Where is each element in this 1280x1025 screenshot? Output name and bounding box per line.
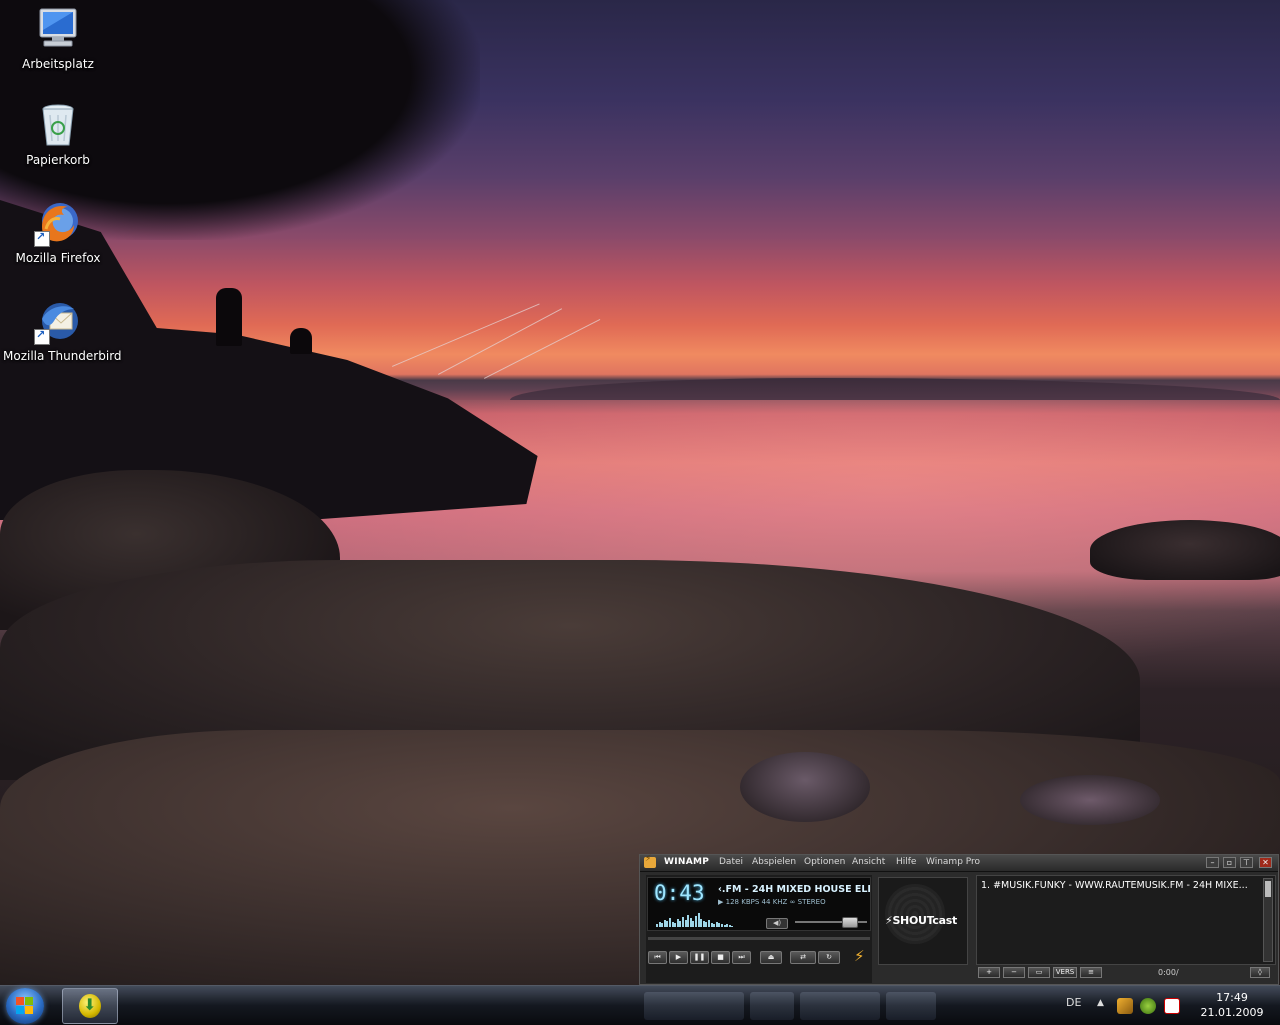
rock xyxy=(1090,520,1280,580)
recycle-bin-icon xyxy=(34,101,82,149)
repeat-button[interactable]: ↻ xyxy=(818,951,840,964)
firefox-icon xyxy=(34,199,82,247)
elapsed-time[interactable]: 0:43 xyxy=(654,881,705,905)
desktop-icon-papierkorb[interactable]: Papierkorb xyxy=(3,101,113,167)
menu-hilfe[interactable]: Hilfe xyxy=(896,857,916,867)
desktop-wallpaper xyxy=(0,0,1280,985)
volume-knob[interactable] xyxy=(842,917,858,928)
playlist-toolbar: + − ▭ VERS ≡ 0:00/ ◊ xyxy=(976,967,1276,981)
menu-optionen[interactable]: Optionen xyxy=(804,857,845,867)
tide-pool xyxy=(1020,775,1160,825)
playlist-menu-button[interactable]: ◊ xyxy=(1250,967,1270,978)
system-clock[interactable]: 17:49 21.01.2009 xyxy=(1192,990,1272,1020)
fishing-rod xyxy=(392,303,540,367)
horizon-hills xyxy=(510,378,1280,400)
volume-slider[interactable] xyxy=(795,917,867,928)
clock-time: 17:49 xyxy=(1216,991,1248,1004)
restore-button[interactable]: ▫ xyxy=(1223,857,1236,868)
pause-button[interactable]: ❚❚ xyxy=(690,951,709,964)
language-indicator[interactable]: DE xyxy=(1066,996,1081,1009)
thunderbird-icon xyxy=(34,297,82,345)
winamp-window[interactable]: WINAMP Datei Abspielen Optionen Ansicht … xyxy=(639,854,1279,985)
tide-pool xyxy=(740,752,870,822)
stream-info: ▶ 128 KBPS 44 KHZ ∞ STEREO xyxy=(718,898,826,906)
winamp-bolt-icon[interactable]: ⚡ xyxy=(854,947,865,965)
bitrate-value: 128 xyxy=(725,898,739,906)
taskbar-preview xyxy=(640,988,940,1024)
seek-bar[interactable] xyxy=(648,937,870,940)
shuffle-button[interactable]: ⇄ xyxy=(790,951,816,964)
shortcut-arrow-icon xyxy=(34,328,50,345)
misc-button[interactable]: VERS xyxy=(1053,967,1077,978)
bitrate-label: KBPS xyxy=(741,898,760,906)
desktop-icon-firefox[interactable]: Mozilla Firefox xyxy=(3,199,113,265)
winamp-player: 0:43 ‹.FM - 24H MIXED HOUSE ELEC ▶ 128 K… xyxy=(646,875,872,983)
winamp-titlebar[interactable]: WINAMP Datei Abspielen Optionen Ansicht … xyxy=(640,854,1278,872)
fishing-rod xyxy=(438,308,563,375)
winamp-tray-icon[interactable] xyxy=(1117,998,1133,1014)
desktop-icon-label: Arbeitsplatz xyxy=(22,57,94,71)
menu-ansicht[interactable]: Ansicht xyxy=(852,857,885,867)
volume-icon[interactable]: ◀) xyxy=(766,918,788,929)
taskbar: DE ▲ 17:49 21.01.2009 xyxy=(0,985,1280,1025)
start-button[interactable] xyxy=(6,988,44,1024)
previous-button[interactable]: ⏮ xyxy=(648,951,667,964)
windows-logo-icon xyxy=(16,997,34,1015)
shield-tray-icon[interactable] xyxy=(1140,998,1156,1014)
minimize-button[interactable]: – xyxy=(1206,857,1219,868)
channel-mode: STEREO xyxy=(797,898,826,906)
eject-button[interactable]: ⏏ xyxy=(760,951,782,964)
spectrum-bar xyxy=(731,926,734,927)
samplerate-label: KHZ xyxy=(772,898,788,906)
song-title-marquee[interactable]: ‹.FM - 24H MIXED HOUSE ELEC xyxy=(718,884,870,895)
shortcut-arrow-icon xyxy=(34,230,50,247)
winamp-title: WINAMP xyxy=(664,857,710,867)
desktop-icon-thunderbird[interactable]: Mozilla Thunderbird xyxy=(3,297,122,363)
fishing-rod xyxy=(484,318,601,379)
stereo-icon: ∞ xyxy=(789,898,796,906)
stop-button[interactable]: ■ xyxy=(711,951,730,964)
desktop-icon-label: Mozilla Firefox xyxy=(15,251,101,265)
playlist-scrollbar[interactable] xyxy=(1263,878,1273,962)
add-button[interactable]: + xyxy=(978,967,1000,978)
playlist-item[interactable]: 1. #MUSIK.FUNKY - WWW.RAUTEMUSIK.FM - 24… xyxy=(981,880,1253,891)
play-button[interactable]: ▶ xyxy=(669,951,688,964)
fisher-silhouette xyxy=(216,288,242,346)
samplerate-value: 44 xyxy=(761,898,771,906)
menu-abspielen[interactable]: Abspielen xyxy=(752,857,796,867)
taskbar-app-button[interactable] xyxy=(62,988,118,1024)
clock-date: 21.01.2009 xyxy=(1200,1006,1264,1019)
desktop-icon-arbeitsplatz[interactable]: Arbeitsplatz xyxy=(3,5,113,71)
menu-datei[interactable]: Datei xyxy=(719,857,743,867)
remove-button[interactable]: − xyxy=(1003,967,1025,978)
avira-tray-icon[interactable] xyxy=(1164,998,1180,1014)
shoutcast-logo: ⚡SHOUTcast xyxy=(885,914,957,927)
winamp-display: 0:43 ‹.FM - 24H MIXED HOUSE ELEC ▶ 128 K… xyxy=(647,877,871,931)
fisher-silhouette xyxy=(290,328,312,354)
playlist-time: 0:00/ xyxy=(1158,968,1179,977)
computer-icon xyxy=(34,5,82,53)
desktop-icon-label: Papierkorb xyxy=(26,153,90,167)
next-button[interactable]: ⏭ xyxy=(732,951,751,964)
shade-button[interactable]: ⊤ xyxy=(1240,857,1253,868)
play-indicator-icon: ▶ xyxy=(718,898,724,906)
download-app-icon xyxy=(79,994,101,1018)
menu-winamp-pro[interactable]: Winamp Pro xyxy=(926,857,980,867)
winamp-logo-icon[interactable] xyxy=(644,854,656,868)
playlist-panel[interactable]: 1. #MUSIK.FUNKY - WWW.RAUTEMUSIK.FM - 24… xyxy=(976,875,1276,965)
list-button[interactable]: ≡ xyxy=(1080,967,1102,978)
spectrum-visualizer[interactable] xyxy=(656,911,736,927)
show-hidden-icons-button[interactable]: ▲ xyxy=(1097,998,1104,1008)
select-button[interactable]: ▭ xyxy=(1028,967,1050,978)
close-button[interactable]: ✕ xyxy=(1259,857,1272,868)
desktop-icon-label: Mozilla Thunderbird xyxy=(3,349,122,363)
shoutcast-panel[interactable]: ⚡SHOUTcast xyxy=(878,877,968,965)
